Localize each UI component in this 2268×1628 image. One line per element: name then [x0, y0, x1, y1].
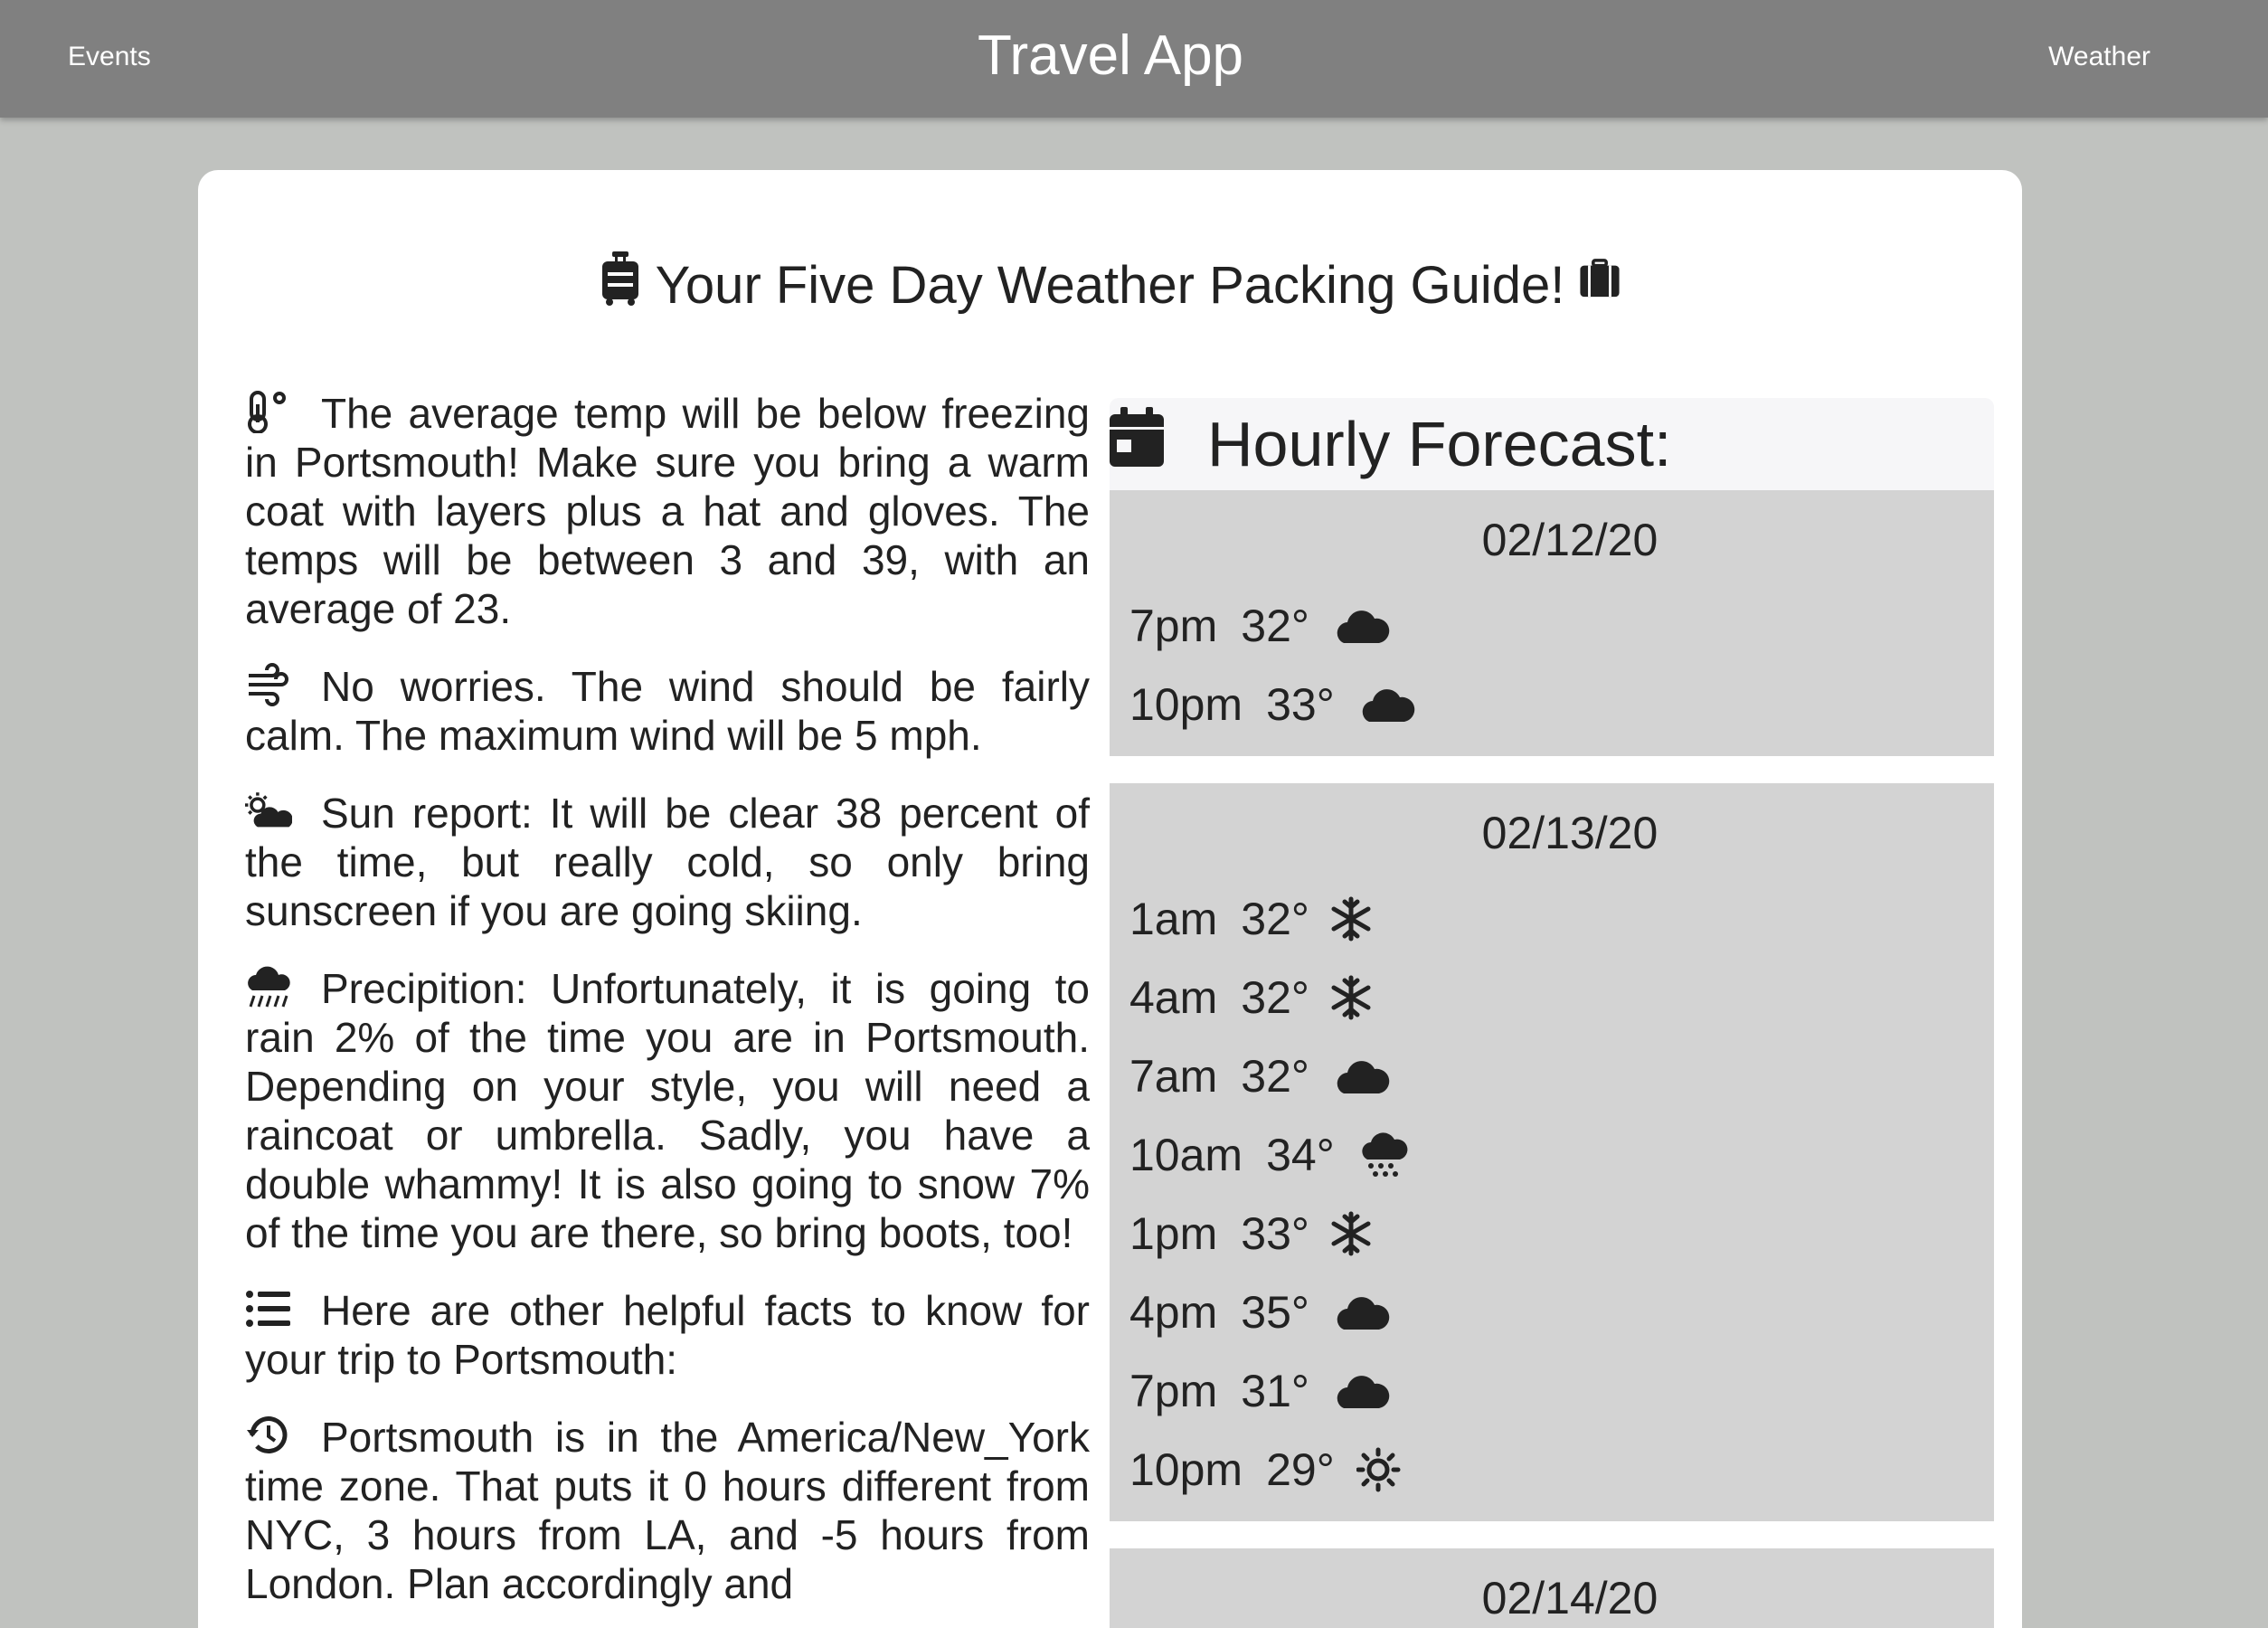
forecast-hour-row: 1am 32°	[1129, 879, 1974, 958]
forecast-header: Hourly Forecast:	[1110, 398, 1994, 490]
fact-wind: No worries. The wind should be fairly ca…	[245, 662, 1090, 760]
forecast-hour-row: 1pm 33°	[1129, 1194, 1974, 1273]
fact-text: Sun report: It will be clear 38 percent …	[245, 790, 1090, 934]
forecast-time: 10pm	[1129, 678, 1243, 730]
fact-timezone: Portsmouth is in the America/New_York ti…	[245, 1413, 1090, 1608]
forecast-hour-row: 10pm 33°	[1129, 665, 1974, 743]
forecast-time: 10am	[1129, 1129, 1243, 1180]
forecast-date: 02/14/20	[1481, 1573, 1658, 1623]
hourly-forecast: Hourly Forecast: 02/12/20 7pm 32° 10pm 33° 02…	[1110, 398, 1994, 1628]
forecast-time: 1pm	[1129, 1207, 1218, 1259]
forecast-date: 02/12/20	[1481, 515, 1658, 565]
forecast-temp: 33°	[1266, 678, 1335, 730]
forecast-hour-row: 4pm 35°	[1129, 1273, 1974, 1351]
facts-list: The average temp will be below freezing …	[245, 389, 1090, 1628]
forecast-temp: 35°	[1241, 1286, 1309, 1338]
forecast-time: 7pm	[1129, 1365, 1218, 1416]
thermometer-icon	[245, 390, 292, 434]
suitcase-rolling-icon	[600, 251, 641, 318]
wind-icon	[245, 663, 292, 706]
packing-guide-card: Your Five Day Weather Packing Guide! The…	[198, 170, 2022, 1628]
nav-weather-link[interactable]: Weather	[2048, 42, 2150, 72]
snowflake-icon	[1331, 1211, 1391, 1256]
forecast-time: 4am	[1129, 971, 1218, 1023]
forecast-temp: 29°	[1266, 1443, 1335, 1495]
forecast-date: 02/13/20	[1481, 808, 1658, 858]
guide-title: Your Five Day Weather Packing Guide!	[198, 251, 2022, 318]
cloud-rain-icon	[1356, 1131, 1416, 1178]
forecast-hour-row: 7am 32°	[1129, 1036, 1974, 1115]
cloud-icon	[1331, 1290, 1391, 1335]
cloud-rain-icon	[245, 965, 292, 1008]
forecast-time: 7pm	[1129, 600, 1218, 651]
fact-text: Portsmouth is in the America/New_York ti…	[245, 1414, 1090, 1607]
guide-title-text: Your Five Day Weather Packing Guide!	[655, 255, 1565, 315]
list-icon	[245, 1287, 292, 1330]
fact-text: No worries. The wind should be fairly ca…	[245, 663, 1090, 759]
app-brand[interactable]: Travel App	[0, 24, 2221, 88]
cloud-sun-icon	[245, 790, 293, 833]
forecast-temp: 31°	[1241, 1365, 1309, 1416]
forecast-days: 02/12/20 7pm 32° 10pm 33° 02/13/20 1am 32° 4am 32…	[1110, 490, 1994, 1628]
fact-precipitation: Precipition: Unfortunately, it is going …	[245, 964, 1090, 1257]
forecast-time: 1am	[1129, 893, 1218, 944]
navbar: Events Travel App Weather	[0, 0, 2268, 118]
history-icon	[245, 1414, 292, 1457]
fact-other: Here are other helpful facts to know for…	[245, 1286, 1090, 1384]
sun-icon	[1356, 1447, 1416, 1492]
cloud-icon	[1356, 682, 1416, 727]
fact-sun: Sun report: It will be clear 38 percent …	[245, 789, 1090, 935]
forecast-hour-row: 7pm 31°	[1129, 1351, 1974, 1430]
cloud-icon	[1331, 603, 1391, 648]
calendar-icon	[1110, 405, 1207, 483]
forecast-temp: 34°	[1266, 1129, 1335, 1180]
forecast-hour-row: 4am 32°	[1129, 958, 1974, 1036]
fact-text: Precipition: Unfortunately, it is going …	[245, 965, 1090, 1256]
forecast-day: 02/14/20	[1110, 1548, 1994, 1628]
forecast-header-text: Hourly Forecast:	[1207, 409, 1672, 479]
forecast-time: 7am	[1129, 1050, 1218, 1102]
snowflake-icon	[1331, 975, 1391, 1020]
forecast-day: 02/12/20 7pm 32° 10pm 33°	[1110, 490, 1994, 756]
forecast-temp: 32°	[1241, 971, 1309, 1023]
forecast-temp: 33°	[1241, 1207, 1309, 1259]
fact-text: Here are other helpful facts to know for…	[245, 1287, 1090, 1383]
forecast-temp: 32°	[1241, 893, 1309, 944]
forecast-time: 10pm	[1129, 1443, 1243, 1495]
forecast-temp: 32°	[1241, 1050, 1309, 1102]
cloud-icon	[1331, 1368, 1391, 1414]
forecast-day: 02/13/20 1am 32° 4am 32° 7am 32° 10am 34° 1pm 33° 4…	[1110, 783, 1994, 1521]
forecast-temp: 32°	[1241, 600, 1309, 651]
suitcase-icon	[1579, 251, 1621, 318]
fact-temperature: The average temp will be below freezing …	[245, 389, 1090, 633]
fact-text: The average temp will be below freezing …	[245, 390, 1090, 632]
forecast-hour-row: 7pm 32°	[1129, 586, 1974, 665]
snowflake-icon	[1331, 896, 1391, 942]
forecast-hour-row: 10pm 29°	[1129, 1430, 1974, 1509]
forecast-time: 4pm	[1129, 1286, 1218, 1338]
forecast-hour-row: 10am 34°	[1129, 1115, 1974, 1194]
cloud-icon	[1331, 1054, 1391, 1099]
